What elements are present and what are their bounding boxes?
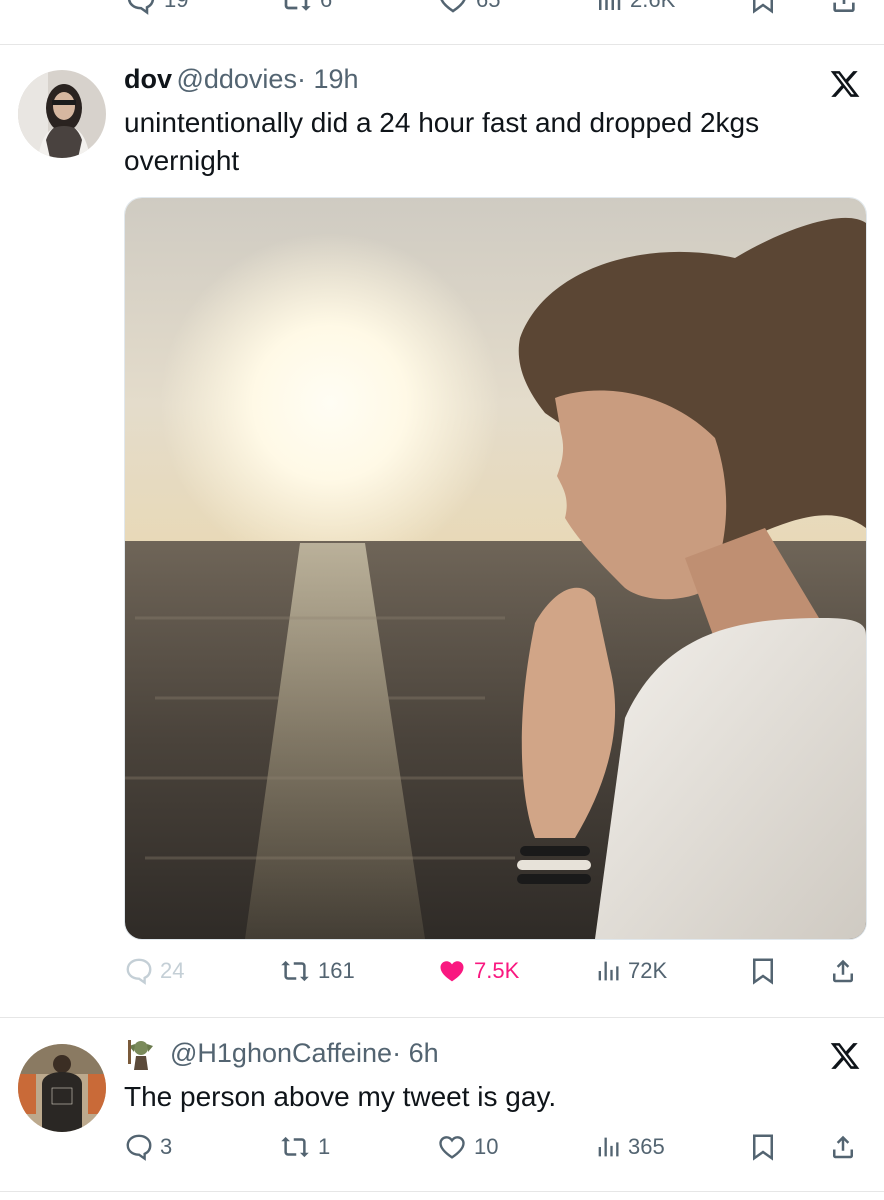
retweet-button[interactable]: 6 [278,0,332,16]
bookmark-icon [753,1134,773,1161]
avatar[interactable] [18,70,106,158]
heart-icon [440,0,466,13]
reply-count: 24 [160,958,185,983]
like-count: 65 [476,0,500,13]
share-button[interactable] [828,0,860,16]
bookmark-button[interactable] [748,0,778,16]
reply-icon [126,958,152,985]
display-name[interactable]: dov [124,64,172,94]
reply-icon [126,1134,152,1161]
views-button[interactable]: 2.6K [594,0,675,16]
divider [0,44,884,45]
retweet-button[interactable]: 161 [278,956,355,986]
share-icon [833,959,853,983]
views-count: 2.6K [630,0,675,13]
bookmark-icon [753,0,773,14]
like-button[interactable]: 10 [436,1132,498,1162]
tweet-header: @H1ghonCaffeine· 6h [124,1036,439,1070]
share-button[interactable] [828,956,858,986]
reply-button[interactable]: 19 [124,0,188,16]
tweet-image[interactable] [124,197,867,940]
reply-button[interactable]: 3 [124,1132,172,1162]
retweet-icon [281,1136,309,1158]
reply-button[interactable]: 24 [124,956,184,986]
timestamp[interactable]: · 6h [392,1038,439,1068]
heart-icon [440,961,464,982]
divider [0,1017,884,1018]
heart-icon [439,1136,465,1159]
like-button[interactable]: 7.5K [436,956,519,986]
reply-icon [127,0,155,15]
share-icon [833,1135,853,1159]
like-count: 10 [474,1134,499,1159]
retweet-button[interactable]: 1 [278,1132,330,1162]
views-count: 365 [628,1134,665,1159]
x-logo-icon [828,1040,862,1077]
views-icon [598,961,619,981]
retweet-count: 1 [318,1134,331,1159]
tweet-text: unintentionally did a 24 hour fast and d… [124,107,760,176]
user-handle[interactable]: @ddovies [176,64,296,94]
bookmark-button[interactable] [748,1132,778,1162]
bookmark-button[interactable] [748,956,778,986]
tweet-text: The person above my tweet is gay. [124,1081,557,1112]
divider [0,1191,884,1192]
reply-count: 19 [164,0,188,13]
like-count: 7.5K [474,958,520,983]
like-button[interactable]: 65 [436,0,500,16]
user-handle[interactable]: @H1ghonCaffeine [170,1038,392,1068]
retweet-count: 161 [318,958,355,983]
retweet-icon [284,0,311,11]
share-icon [833,0,855,12]
views-icon [598,1137,619,1157]
profile-emoji-icon [128,1040,153,1070]
avatar[interactable] [18,1044,106,1132]
share-button[interactable] [828,1132,858,1162]
bookmark-icon [753,958,773,985]
retweet-count: 6 [320,0,332,13]
timestamp[interactable]: · 19h [297,64,359,94]
reply-count: 3 [160,1134,173,1159]
retweet-icon [281,960,309,982]
views-count: 72K [628,958,668,983]
views-icon [599,0,621,10]
tweet-header: dov @ddovies· 19h [124,64,359,95]
views-button[interactable]: 72K [594,956,667,986]
views-button[interactable]: 365 [594,1132,665,1162]
x-logo-icon [828,68,862,105]
